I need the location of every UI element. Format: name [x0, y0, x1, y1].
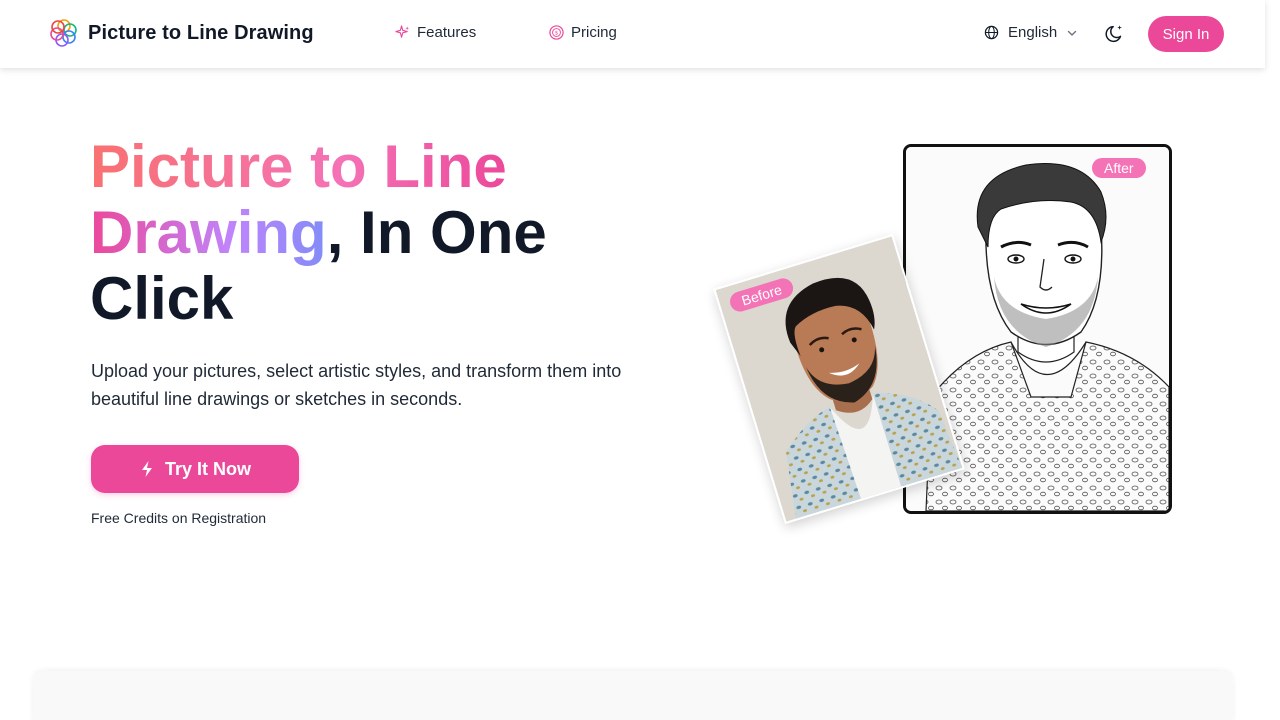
brand[interactable]: Picture to Line Drawing: [48, 17, 314, 49]
moon-icon[interactable]: [1104, 23, 1126, 45]
hero-title: Picture to Line Drawing, In One Click: [90, 134, 650, 332]
free-credits-note: Free Credits on Registration: [91, 510, 267, 526]
hero-description: Upload your pictures, select artistic st…: [91, 361, 622, 409]
flower-logo-icon: [50, 19, 77, 47]
try-it-now-button[interactable]: Try It Now: [91, 445, 299, 493]
nav-pricing-label: Pricing: [571, 24, 617, 41]
svg-text:$: $: [555, 31, 559, 37]
site-header: Picture to Line Drawing Features $ Prici…: [0, 0, 1265, 68]
nav-features[interactable]: Features: [395, 24, 476, 41]
brand-name: Picture to Line Drawing: [88, 21, 314, 44]
nav-pricing[interactable]: $ Pricing: [549, 24, 617, 41]
sparkles-icon: [395, 25, 410, 38]
language-selector[interactable]: English: [984, 24, 1078, 41]
nav-features-label: Features: [417, 24, 477, 41]
coin-icon: $: [549, 25, 564, 40]
chevron-down-icon: [1068, 30, 1077, 36]
lightning-icon: [141, 461, 152, 477]
hero-title-part2: Drawing: [90, 199, 327, 266]
sign-in-button[interactable]: Sign In: [1148, 16, 1224, 52]
after-label: After: [1092, 158, 1146, 178]
try-it-now-label: Try It Now: [164, 458, 251, 479]
hero-title-part1: Picture to Line: [90, 133, 507, 200]
next-section-card: [33, 671, 1233, 720]
globe-icon: [984, 25, 999, 40]
language-label: English: [1008, 24, 1058, 41]
